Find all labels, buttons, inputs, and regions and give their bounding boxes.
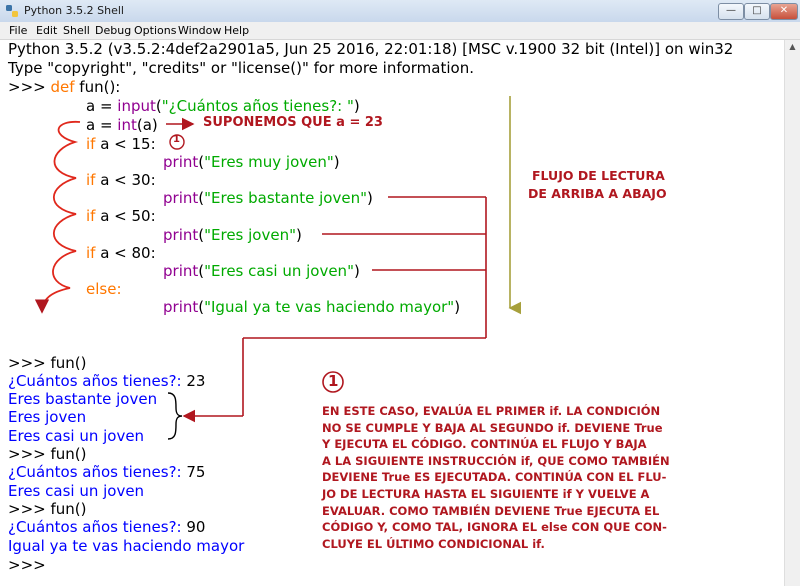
supposition-label: SUPONEMOS QUE a = 23	[203, 115, 383, 130]
marker-label: 1	[173, 134, 180, 145]
note-line: EN ESTE CASO, EVALÚA EL PRIMER if. LA CO…	[322, 404, 661, 418]
explanation-note: EN ESTE CASO, EVALÚA EL PRIMER if. LA CO…	[322, 403, 777, 552]
note-line: Y EJECUTA EL CÓDIGO. CONTINÚA EL FLUJO Y…	[322, 437, 647, 452]
output-brace	[167, 392, 183, 440]
note-line: NO SE CUMPLE Y BAJA AL SEGUNDO if. DEVIE…	[322, 420, 663, 435]
note-line: A LA SIGUIENTE INSTRUCCIÓN if, QUE COMO …	[322, 453, 670, 468]
note-line: JO DE LECTURA HASTA EL SIGUIENTE if Y VU…	[322, 486, 650, 501]
note-marker-label: 1	[328, 372, 339, 390]
note-line: EVALUAR. COMO TAMBIÉN DEVIENE True EJECU…	[322, 503, 660, 518]
note-line: CLUYE EL ÚLTIMO CONDICIONAL if.	[322, 536, 545, 551]
flow-title-line2: DE ARRIBA A ABAJO	[528, 186, 667, 201]
flow-wave-arrow	[34, 121, 81, 314]
note-line: DEVIENE True ES EJECUTADA. CONTINÚA CON …	[322, 470, 667, 485]
flow-title-line1: FLUJO DE LECTURA	[532, 168, 665, 183]
note-line: CÓDIGO Y, COMO TAL, IGNORA EL else CON Q…	[322, 520, 667, 535]
